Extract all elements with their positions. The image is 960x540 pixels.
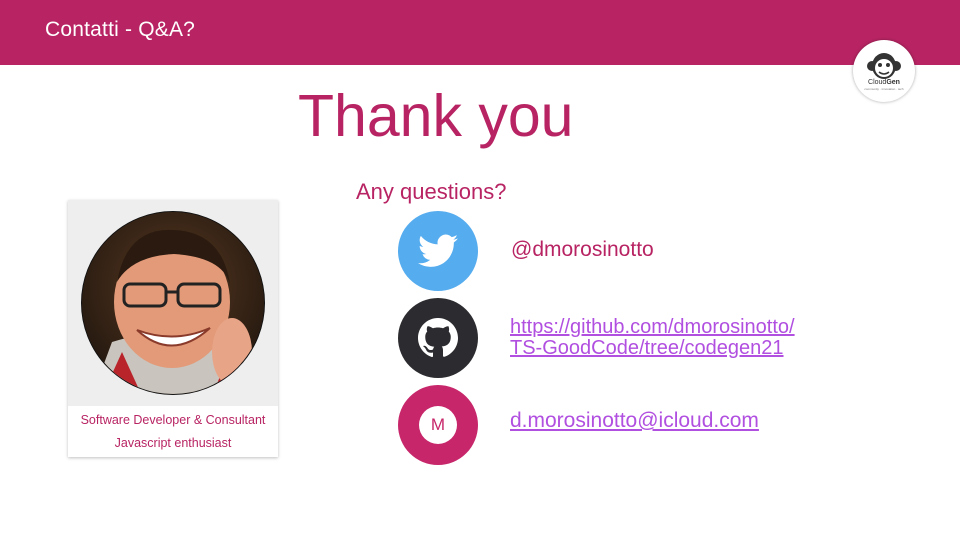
twitter-button[interactable] (398, 211, 478, 291)
twitter-handle: @dmorosinotto (511, 238, 654, 261)
github-link[interactable]: https://github.com/dmorosinotto/ TS-Good… (510, 317, 795, 359)
email-link[interactable]: d.morosinotto@icloud.com (510, 409, 759, 433)
page-title: Thank you (298, 83, 574, 149)
slide-section-title: Contatti - Q&A? (45, 18, 196, 41)
github-octocat-icon (418, 318, 458, 358)
profile-card: Software Developer & Consultant Javascri… (68, 200, 278, 457)
github-button[interactable] (398, 298, 478, 378)
cloudgen-logo: CloudGen community · innovation · tech (853, 40, 915, 102)
profile-role: Software Developer & Consultant (80, 413, 266, 427)
header-bar: Contatti - Q&A? (0, 0, 960, 65)
twitter-bird-icon (418, 234, 458, 267)
questions-subtitle: Any questions? (356, 179, 507, 204)
profile-photo-area (68, 200, 278, 406)
profile-tagline: Javascript enthusiast (114, 436, 232, 450)
logo-wordmark: CloudGen (868, 79, 900, 86)
logo-subtext: community · innovation · tech (864, 87, 904, 91)
github-link-line2: TS-GoodCode/tree/codegen21 (510, 337, 784, 359)
github-link-line1: https://github.com/dmorosinotto/ (510, 316, 795, 338)
mail-button[interactable]: M (398, 385, 478, 465)
mail-icon-letter: M (430, 415, 446, 434)
avatar (81, 211, 265, 395)
monkey-logo-icon (867, 53, 901, 79)
mail-icon: M (419, 406, 457, 444)
